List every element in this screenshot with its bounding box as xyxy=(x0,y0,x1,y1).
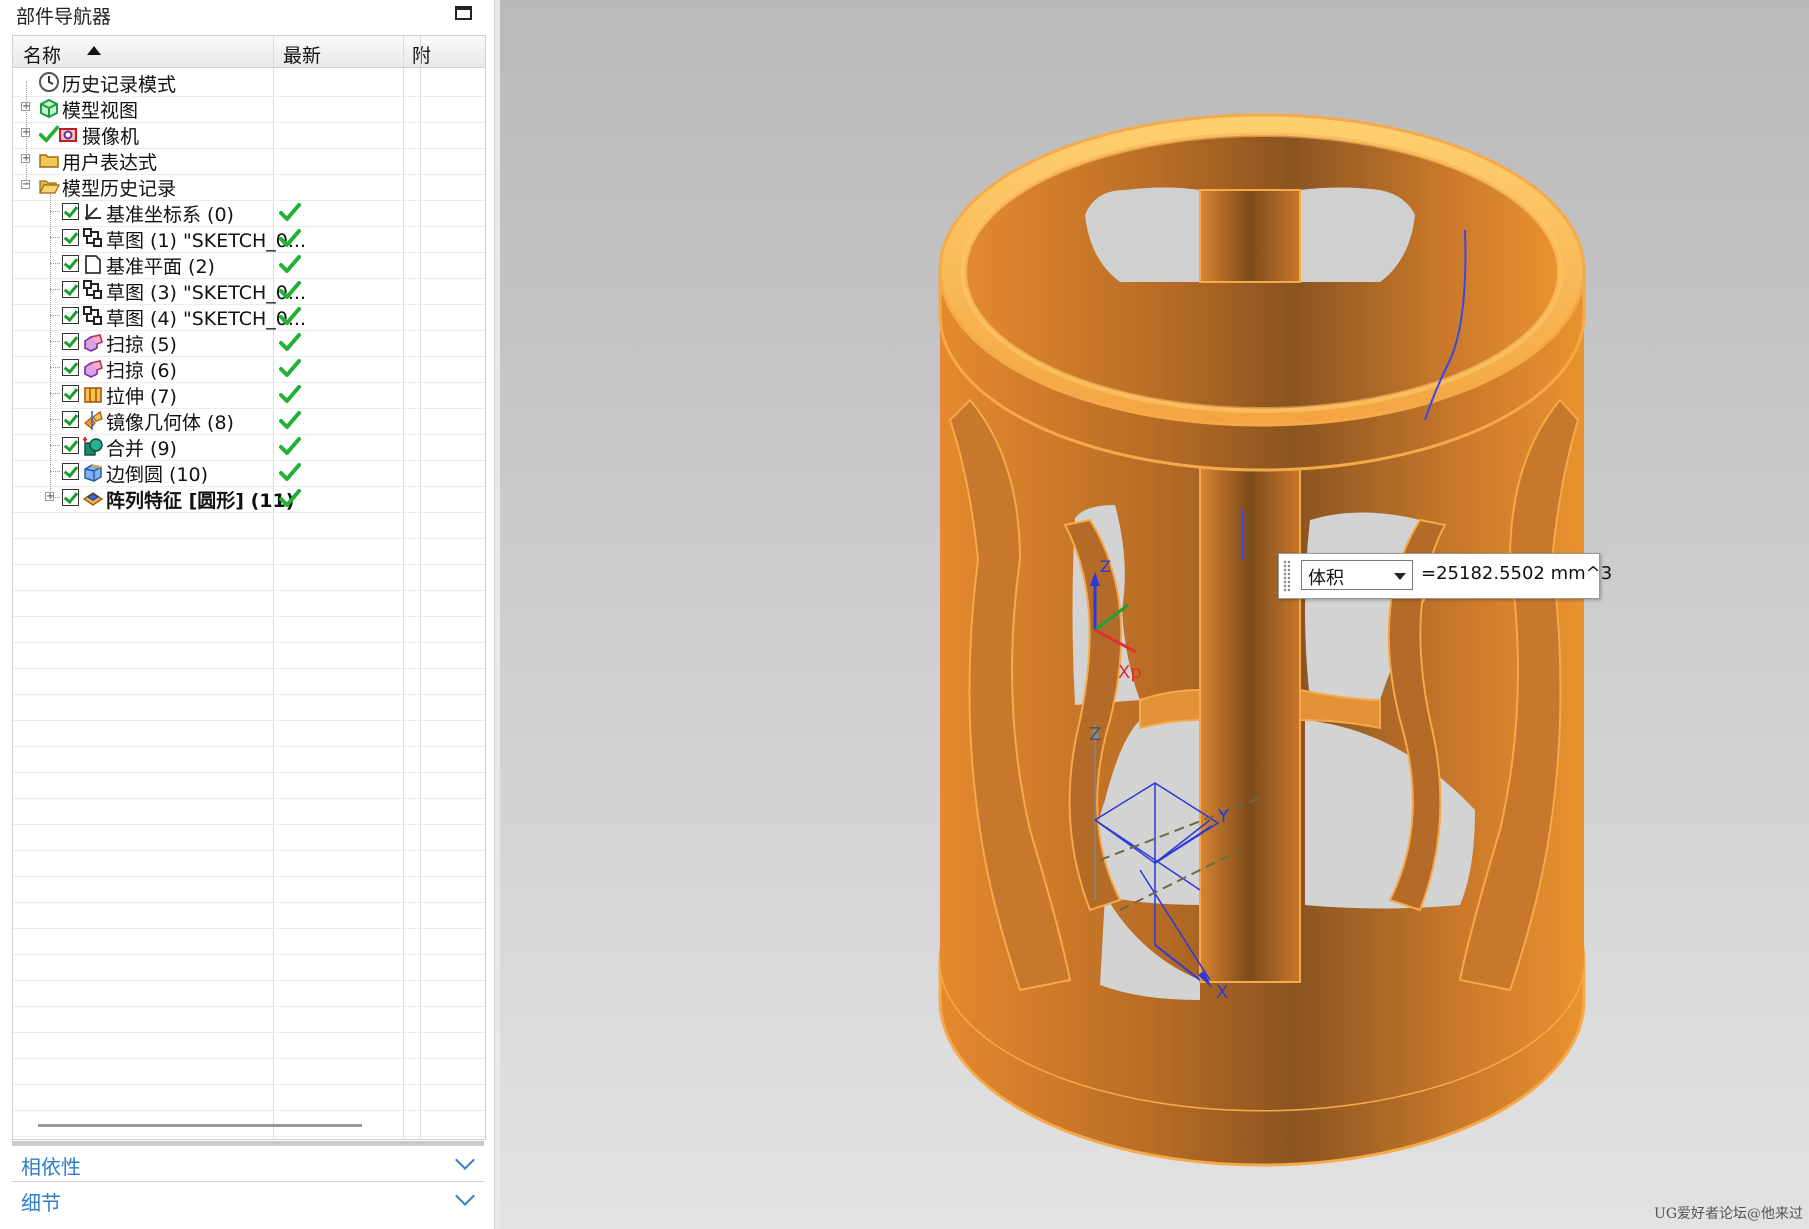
measure-result: =25182.5502 mm^3 xyxy=(1421,563,1613,584)
navigator-title: 部件导航器 xyxy=(16,6,112,28)
sketch-icon xyxy=(82,227,104,249)
empty-row xyxy=(13,1107,485,1137)
visibility-checkbox[interactable] xyxy=(62,307,79,324)
axis-label-z-small: Z xyxy=(1100,557,1111,576)
tree-connector xyxy=(50,211,60,212)
top-post xyxy=(1199,189,1301,283)
top-ring xyxy=(938,113,1586,472)
section-details-label: 细节 xyxy=(21,1191,61,1215)
tree-connector xyxy=(50,263,60,264)
visibility-checkbox[interactable] xyxy=(62,489,79,506)
up-to-date-check-icon xyxy=(278,486,302,510)
tree-connector xyxy=(50,445,60,446)
section-dependencies-label: 相依性 xyxy=(21,1155,81,1179)
visibility-checkbox[interactable] xyxy=(62,229,79,246)
axis-label-z: Z xyxy=(1089,724,1101,745)
tree-connector xyxy=(50,471,60,472)
tree-connector xyxy=(50,315,60,316)
measure-body-widget[interactable]: 体积 =25182.5502 mm^3 xyxy=(1278,553,1612,599)
tree-connector xyxy=(50,419,60,420)
up-to-date-check-icon xyxy=(278,226,302,250)
measure-type-value: 体积 xyxy=(1308,568,1344,589)
chevron-down-icon[interactable] xyxy=(455,1186,475,1206)
dropdown-arrow-icon[interactable] xyxy=(1394,573,1406,580)
tree-connector xyxy=(50,341,60,342)
clock-icon xyxy=(38,71,60,93)
graphics-viewport[interactable]: Z Xp Z X Y UG爱好者论坛@他来过 xyxy=(500,0,1809,1229)
axis-label-xp: Xp xyxy=(1118,662,1142,683)
section-dependencies[interactable]: 相依性 xyxy=(12,1145,484,1180)
column-header-latest[interactable]: 最新 xyxy=(283,41,321,68)
up-to-date-check-icon xyxy=(278,460,302,484)
extrude-icon xyxy=(82,383,104,405)
tree-header: 名称 最新 附 xyxy=(13,36,485,68)
up-to-date-check-icon xyxy=(278,382,302,406)
up-to-date-check-icon xyxy=(278,356,302,380)
axis-label-x: X xyxy=(1216,982,1228,1003)
visibility-checkbox[interactable] xyxy=(62,333,79,350)
tree-connector xyxy=(50,393,60,394)
tree-connector xyxy=(50,367,60,368)
visibility-checkbox[interactable] xyxy=(62,411,79,428)
visibility-checkbox[interactable] xyxy=(62,463,79,480)
up-to-date-check-icon xyxy=(278,200,302,224)
tree-connector xyxy=(26,81,27,185)
datum-plane-icon xyxy=(82,253,104,275)
drag-grip-icon[interactable] xyxy=(1283,560,1291,592)
chevron-down-icon[interactable] xyxy=(455,1150,475,1170)
sort-ascending-icon xyxy=(87,46,101,55)
visibility-checkbox[interactable] xyxy=(62,385,79,402)
model-view-icon xyxy=(38,97,60,119)
datum-csys-icon xyxy=(82,201,104,223)
up-to-date-check-icon xyxy=(278,278,302,302)
part-navigator-panel: 部件导航器 名称 最新 附 历史记录模式 + 模型视图 + 摄像机 + 用户表达式 − 模型历史… xyxy=(0,0,500,1229)
maximize-icon[interactable] xyxy=(455,6,472,20)
tree-connector xyxy=(50,193,51,497)
model-scene: Z Xp Z X Y xyxy=(938,113,1586,1167)
visibility-checkbox[interactable] xyxy=(62,359,79,376)
sketch-icon xyxy=(82,305,104,327)
up-to-date-check-icon xyxy=(278,330,302,354)
mirror-geometry-icon xyxy=(82,409,104,431)
column-header-name[interactable]: 名称 xyxy=(23,41,61,68)
tree-connector xyxy=(50,497,60,498)
visibility-checkbox[interactable] xyxy=(62,203,79,220)
watermark: UG爱好者论坛@他来过 xyxy=(1654,1206,1803,1222)
section-details[interactable]: 细节 xyxy=(12,1181,484,1216)
measure-type-select[interactable]: 体积 xyxy=(1301,560,1413,590)
sketch-icon xyxy=(82,279,104,301)
column-header-attachments[interactable]: 附 xyxy=(412,41,431,68)
visibility-checkbox[interactable] xyxy=(62,281,79,298)
camera-icon xyxy=(58,123,80,145)
horizontal-scrollbar[interactable] xyxy=(38,1124,362,1127)
up-to-date-check-icon xyxy=(278,252,302,276)
up-to-date-check-icon xyxy=(278,408,302,432)
sweep-icon xyxy=(82,357,104,379)
visibility-checkbox[interactable] xyxy=(62,437,79,454)
pattern-feature-icon xyxy=(82,487,104,509)
sweep-icon xyxy=(82,331,104,353)
tree-connector xyxy=(50,289,60,290)
up-to-date-check-icon xyxy=(278,434,302,458)
axis-label-y: Y xyxy=(1217,806,1230,827)
check-icon xyxy=(38,123,60,145)
folder-open-icon xyxy=(38,175,60,197)
edge-blend-icon xyxy=(82,461,104,483)
navigator-tree: 名称 最新 附 历史记录模式 + 模型视图 + 摄像机 + 用户表达式 − 模型历史记录 基准坐标… xyxy=(12,35,486,1140)
visibility-checkbox[interactable] xyxy=(62,255,79,272)
folder-icon xyxy=(38,149,60,171)
tree-connector xyxy=(50,237,60,238)
up-to-date-check-icon xyxy=(278,304,302,328)
unite-icon xyxy=(82,435,104,457)
